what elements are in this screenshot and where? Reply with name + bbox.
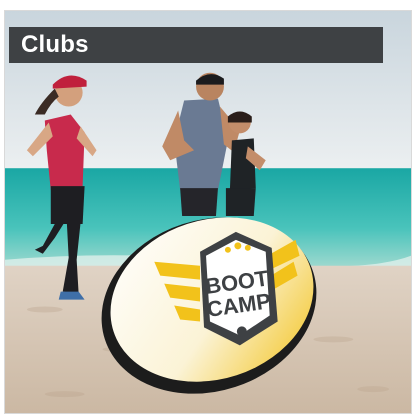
- title-bar: Clubs: [9, 27, 383, 63]
- clubs-card[interactable]: BOOT CAMP Clubs: [4, 10, 412, 414]
- card-title: Clubs: [21, 31, 89, 58]
- beach-photo: BOOT CAMP: [5, 11, 411, 413]
